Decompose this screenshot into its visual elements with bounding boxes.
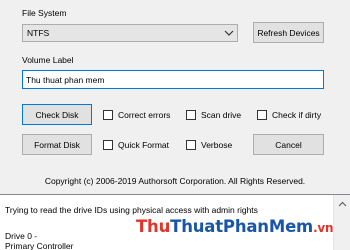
refresh-devices-button[interactable]: Refresh Devices	[253, 22, 324, 43]
volume-label-label: Volume Label	[22, 55, 74, 65]
log-line: Drive 0 -	[5, 231, 38, 241]
correct-errors-label: Correct errors	[118, 110, 171, 120]
checkbox-box	[103, 140, 113, 150]
check-if-dirty-label: Check if dirty	[272, 110, 322, 120]
checkbox-box	[186, 140, 196, 150]
watermark-part-vn: .vn	[313, 221, 334, 235]
verbose-checkbox[interactable]: Verbose	[186, 140, 232, 150]
log-scrollbar[interactable]	[333, 195, 350, 250]
watermark-logo: ThuThuatPhanMem.vn	[136, 217, 334, 236]
copyright-text: Copyright (c) 2006-2019 Authorsoft Corpo…	[44, 176, 306, 186]
verbose-label: Verbose	[201, 140, 233, 150]
log-line: Primary Controller	[5, 241, 74, 250]
scroll-up-icon[interactable]	[338, 199, 347, 207]
check-if-dirty-checkbox[interactable]: Check if dirty	[257, 110, 321, 120]
watermark-part-thu: Thu	[136, 217, 171, 236]
checkbox-box	[103, 110, 113, 120]
correct-errors-checkbox[interactable]: Correct errors	[103, 110, 170, 120]
file-system-selected-value: NTFS	[27, 28, 50, 38]
check-disk-button[interactable]: Check Disk	[22, 104, 92, 125]
checkbox-box	[257, 110, 267, 120]
chevron-down-icon	[223, 25, 235, 41]
cancel-button[interactable]: Cancel	[253, 134, 324, 155]
log-line: Trying to read the drive IDs using physi…	[5, 205, 258, 215]
format-disk-button[interactable]: Format Disk	[22, 134, 92, 155]
scan-drive-checkbox[interactable]: Scan drive	[186, 110, 241, 120]
file-system-label: File System	[22, 8, 67, 18]
scan-drive-label: Scan drive	[201, 110, 242, 120]
checkbox-box	[186, 110, 196, 120]
quick-format-checkbox[interactable]: Quick Format	[103, 140, 169, 150]
watermark-part-thuatphanmem: ThuatPhanMem	[170, 217, 314, 236]
volume-label-input[interactable]: Thu thuat phan mem	[22, 70, 324, 89]
quick-format-label: Quick Format	[118, 140, 170, 150]
volume-label-value: Thu thuat phan mem	[26, 75, 105, 85]
file-system-dropdown[interactable]: NTFS	[22, 24, 238, 42]
